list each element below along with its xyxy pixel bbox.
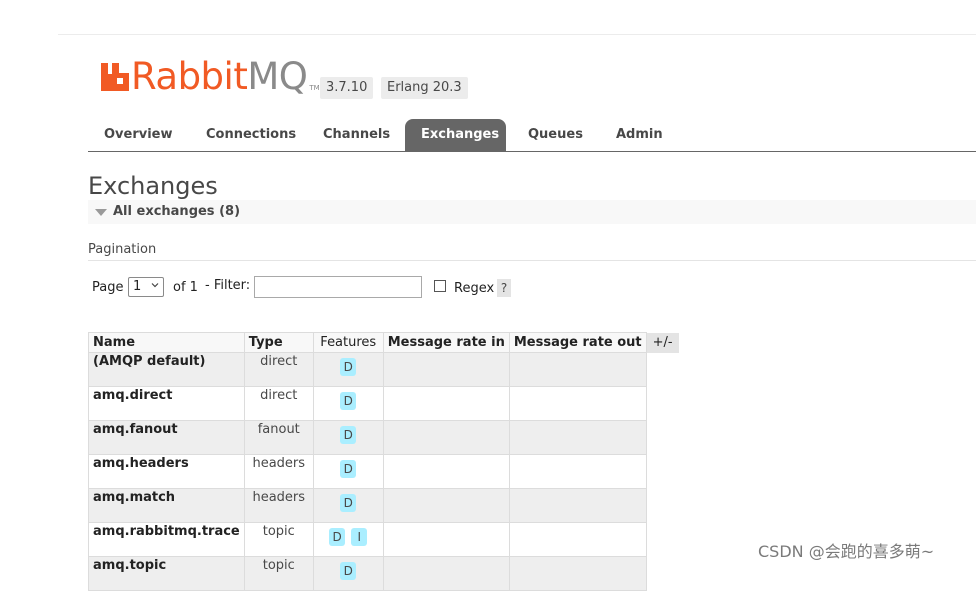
table-header-row: Name Type Features Message rate in Messa… [88,332,680,353]
rabbitmq-logo-icon [101,63,129,91]
filter-label: - Filter: [205,278,251,293]
regex-label: Regex [454,281,495,296]
rate-out-cell [508,522,647,557]
exchange-name-link[interactable]: amq.headers [88,454,245,489]
exchange-name-link[interactable]: amq.rabbitmq.trace [88,522,245,557]
section-label: All exchanges (8) [113,204,241,219]
column-header-type[interactable]: Type [243,332,314,353]
exchange-name-link[interactable]: amq.match [88,488,245,523]
tab-connections[interactable]: Connections [190,119,312,151]
durable-badge: D [340,494,357,512]
exchange-features: D [312,420,384,455]
column-header-name[interactable]: Name [88,332,245,353]
page-label: Page [92,280,124,295]
exchange-features: D [312,556,384,591]
table-row[interactable]: amq.headers headers D [88,454,680,489]
rate-out-cell [508,352,647,387]
durable-badge: D [329,528,346,546]
filter-input[interactable] [254,276,422,298]
tab-channels[interactable]: Channels [307,119,406,151]
regex-checkbox[interactable] [434,280,446,292]
page-select-value: 1 [133,279,142,294]
durable-badge: D [340,358,357,376]
column-toggle-button[interactable]: +/- [646,332,680,353]
exchange-features: D [312,386,384,421]
rate-in-cell [382,420,510,455]
rate-out-cell [508,556,647,591]
table-row[interactable]: amq.match headers D [88,488,680,523]
pagination-divider [88,260,976,261]
rate-in-cell [382,522,510,557]
durable-badge: D [340,392,357,410]
regex-help-button[interactable]: ? [497,279,511,297]
all-exchanges-toggle[interactable]: All exchanges (8) [88,200,976,224]
collapse-triangle-icon [95,209,107,216]
rate-out-cell [508,386,647,421]
main-nav-tabs: Overview Connections Channels Exchanges … [88,119,976,152]
durable-badge: D [340,426,357,444]
durable-badge: D [340,562,357,580]
chevron-down-icon [151,283,159,288]
pagination-title: Pagination [88,242,157,257]
page-count-label: of 1 [173,280,198,295]
exchange-features: D I [312,522,384,557]
exchange-type: topic [243,522,314,557]
tab-overview[interactable]: Overview [88,119,189,151]
internal-badge: I [351,528,368,546]
tab-exchanges[interactable]: Exchanges [405,119,506,151]
rate-out-cell [508,454,647,489]
erlang-version-badge: Erlang 20.3 [381,77,468,99]
top-divider [58,34,976,35]
rate-in-cell [382,352,510,387]
page-select[interactable]: 1 [128,277,164,297]
column-header-rate-out[interactable]: Message rate out [508,332,647,353]
exchange-type: fanout [243,420,314,455]
rate-in-cell [382,556,510,591]
rabbitmq-logo[interactable]: RabbitMQ TM [99,56,320,96]
exchange-features: D [312,454,384,489]
exchange-type: direct [243,352,314,387]
durable-badge: D [340,460,357,478]
exchange-name-link[interactable]: (AMQP default) [88,352,245,387]
exchange-name-link[interactable]: amq.direct [88,386,245,421]
column-header-features: Features [312,332,384,353]
exchange-features: D [312,488,384,523]
exchange-features: D [312,352,384,387]
logo-trademark: TM [309,84,320,92]
exchange-type: topic [243,556,314,591]
exchange-name-link[interactable]: amq.topic [88,556,245,591]
exchange-type: direct [243,386,314,421]
exchange-type: headers [243,488,314,523]
table-row[interactable]: amq.topic topic D [88,556,680,591]
table-row[interactable]: amq.direct direct D [88,386,680,421]
pagination-controls: Page 1 of 1 - Filter: Regex ? [92,276,592,300]
rate-in-cell [382,488,510,523]
column-header-rate-in[interactable]: Message rate in [382,332,510,353]
table-row[interactable]: amq.rabbitmq.trace topic D I [88,522,680,557]
table-row[interactable]: amq.fanout fanout D [88,420,680,455]
page-title: Exchanges [88,172,218,200]
app-version-badge: 3.7.10 [320,77,374,99]
logo-wordmark: RabbitMQ [131,55,308,98]
exchange-name-link[interactable]: amq.fanout [88,420,245,455]
table-row[interactable]: (AMQP default) direct D [88,352,680,387]
rate-out-cell [508,420,647,455]
tab-queues[interactable]: Queues [512,119,599,151]
rate-in-cell [382,386,510,421]
rate-in-cell [382,454,510,489]
watermark: CSDN @会跑的喜多萌~ [758,542,935,561]
exchange-type: headers [243,454,314,489]
exchanges-table: Name Type Features Message rate in Messa… [88,332,680,591]
tab-admin[interactable]: Admin [600,119,679,151]
rate-out-cell [508,488,647,523]
